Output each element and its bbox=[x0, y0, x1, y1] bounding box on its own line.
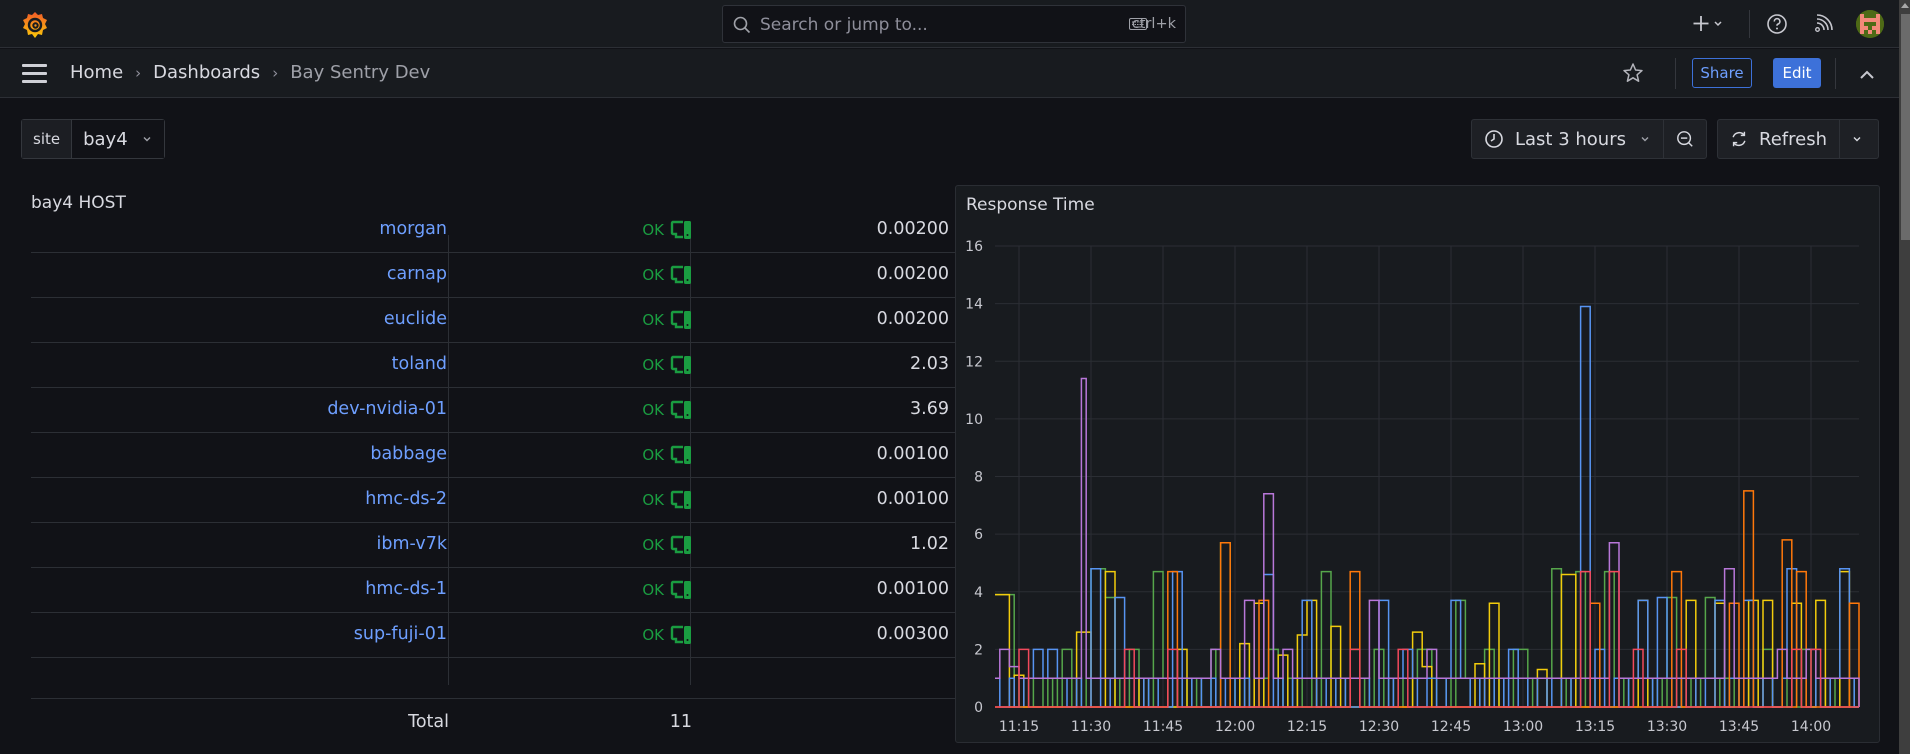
panel-title: Response Time bbox=[966, 195, 1095, 215]
scrollbar-thumb[interactable] bbox=[1901, 14, 1910, 240]
site-variable-value: bay4 bbox=[83, 128, 128, 150]
y-tick-label: 0 bbox=[974, 700, 983, 716]
y-tick-label: 10 bbox=[965, 412, 983, 428]
y-tick-label: 14 bbox=[965, 297, 983, 313]
table-row: euclide OK 0.00200 bbox=[31, 298, 956, 343]
zoom-out-button[interactable] bbox=[1663, 120, 1706, 158]
time-range-button[interactable]: Last 3 hours bbox=[1472, 120, 1663, 158]
site-variable-select[interactable]: bay4 bbox=[72, 120, 164, 158]
top-bar: Search or jump to... ctrl+k bbox=[0, 0, 1899, 48]
y-tick-label: 2 bbox=[974, 642, 983, 658]
page-scrollbar[interactable] bbox=[1899, 0, 1910, 754]
chevron-up-icon[interactable] bbox=[1859, 66, 1875, 85]
divider bbox=[1835, 58, 1836, 89]
breadcrumb-home[interactable]: Home bbox=[70, 62, 123, 83]
breadcrumb-dashboards[interactable]: Dashboards bbox=[153, 62, 260, 83]
site-variable-label: site bbox=[22, 120, 73, 158]
time-range-picker: Last 3 hours bbox=[1471, 119, 1707, 159]
response-time-value: 0.00200 bbox=[876, 264, 949, 284]
x-tick-label: 11:30 bbox=[1071, 719, 1111, 735]
x-tick-label: 12:15 bbox=[1287, 719, 1327, 735]
divider bbox=[1749, 10, 1750, 38]
search-shortcut: ctrl+k bbox=[1131, 16, 1176, 32]
y-tick-label: 16 bbox=[965, 239, 983, 255]
search-input[interactable]: Search or jump to... ctrl+k bbox=[722, 5, 1186, 43]
zoom-out-icon bbox=[1677, 131, 1693, 147]
scroll-up-icon[interactable] bbox=[1901, 3, 1909, 8]
table-row: dev-nvidia-01 OK 3.69 bbox=[31, 388, 956, 433]
x-tick-label: 12:45 bbox=[1431, 719, 1471, 735]
total-count: 11 bbox=[669, 712, 692, 732]
menu-icon[interactable] bbox=[22, 64, 47, 83]
chevron-down-icon bbox=[1641, 137, 1649, 142]
response-time-value: 2.03 bbox=[910, 354, 949, 374]
chevron-down-icon bbox=[143, 137, 151, 142]
time-range-label: Last 3 hours bbox=[1515, 128, 1626, 150]
site-variable[interactable]: site bay4 bbox=[21, 119, 165, 159]
new-menu-button[interactable] bbox=[1693, 14, 1729, 38]
response-time-value: 0.00300 bbox=[876, 624, 949, 644]
breadcrumb-separator-icon: › bbox=[272, 63, 279, 82]
response-time-value: 0.00100 bbox=[876, 489, 949, 509]
nav-bar: Home › Dashboards › Bay Sentry Dev Share… bbox=[0, 49, 1899, 98]
breadcrumb-separator-icon: › bbox=[135, 63, 142, 82]
star-icon[interactable] bbox=[1622, 62, 1644, 88]
search-icon bbox=[733, 16, 751, 34]
x-tick-label: 12:00 bbox=[1215, 719, 1255, 735]
y-tick-label: 12 bbox=[965, 354, 983, 370]
table-row: hmc-ds-1 OK 0.00100 bbox=[31, 568, 956, 613]
x-tick-label: 13:00 bbox=[1503, 719, 1543, 735]
share-button[interactable]: Share bbox=[1692, 58, 1752, 88]
divider bbox=[1675, 58, 1676, 89]
avatar[interactable] bbox=[1856, 10, 1884, 38]
refresh-button[interactable]: Refresh bbox=[1718, 120, 1839, 158]
response-time-value: 0.00100 bbox=[876, 444, 949, 464]
response-time-chart[interactable]: 0 2 4 6 8 10 12 14 16 11:15 11:30 11:45 12:00 12:15 12… bbox=[956, 186, 1881, 744]
breadcrumb-current: Bay Sentry Dev bbox=[290, 62, 431, 83]
response-time-value: 1.02 bbox=[910, 534, 949, 554]
x-tick-label: 11:45 bbox=[1143, 719, 1183, 735]
refresh-picker: Refresh bbox=[1717, 119, 1879, 159]
y-tick-label: 4 bbox=[974, 585, 983, 601]
chevron-down-icon bbox=[1853, 137, 1861, 142]
response-time-value: 0.00200 bbox=[876, 309, 949, 329]
refresh-icon bbox=[1732, 131, 1746, 147]
table-row: babbage OK 0.00100 bbox=[31, 433, 956, 478]
table-row: morgan OK 0.00200 bbox=[31, 208, 956, 253]
response-time-value: 0.00100 bbox=[876, 579, 949, 599]
response-time-panel: 0 2 4 6 8 10 12 14 16 11:15 11:30 11:45 12:00 12:15 12… bbox=[955, 185, 1880, 743]
edit-button[interactable]: Edit bbox=[1773, 58, 1821, 88]
table-row: toland OK 2.03 bbox=[31, 343, 956, 388]
host-table-panel: bay4 HOST morgan OK 0.00200 carnap OK 0.00200… bbox=[22, 183, 956, 743]
x-tick-label: 13:15 bbox=[1575, 719, 1615, 735]
x-tick-label: 11:15 bbox=[999, 719, 1039, 735]
table-row: hmc-ds-2 OK 0.00100 bbox=[31, 478, 956, 523]
grafana-logo-icon[interactable] bbox=[20, 10, 50, 40]
x-tick-label: 12:30 bbox=[1359, 719, 1399, 735]
rss-icon[interactable] bbox=[1814, 13, 1834, 37]
table-row: sup-fuji-01 OK 0.00300 bbox=[31, 613, 956, 658]
breadcrumb: Home › Dashboards › Bay Sentry Dev bbox=[70, 62, 430, 83]
y-tick-label: 6 bbox=[974, 527, 983, 543]
table-footer: Total 11 bbox=[31, 698, 956, 738]
chevron-down-icon bbox=[1714, 21, 1722, 27]
x-tick-label: 13:45 bbox=[1719, 719, 1759, 735]
search-placeholder: Search or jump to... bbox=[760, 15, 928, 35]
y-tick-label: 8 bbox=[974, 470, 983, 486]
refresh-label: Refresh bbox=[1759, 128, 1827, 150]
table-row: carnap OK 0.00200 bbox=[31, 253, 956, 298]
x-tick-label: 14:00 bbox=[1791, 719, 1831, 735]
x-tick-label: 13:30 bbox=[1647, 719, 1687, 735]
table-row: ibm-v7k OK 1.02 bbox=[31, 523, 956, 568]
help-icon[interactable] bbox=[1766, 13, 1788, 39]
refresh-interval-dropdown[interactable] bbox=[1839, 120, 1878, 158]
response-time-value: 0.00200 bbox=[876, 219, 949, 239]
response-time-value: 3.69 bbox=[910, 399, 949, 419]
clock-icon bbox=[1485, 130, 1503, 148]
